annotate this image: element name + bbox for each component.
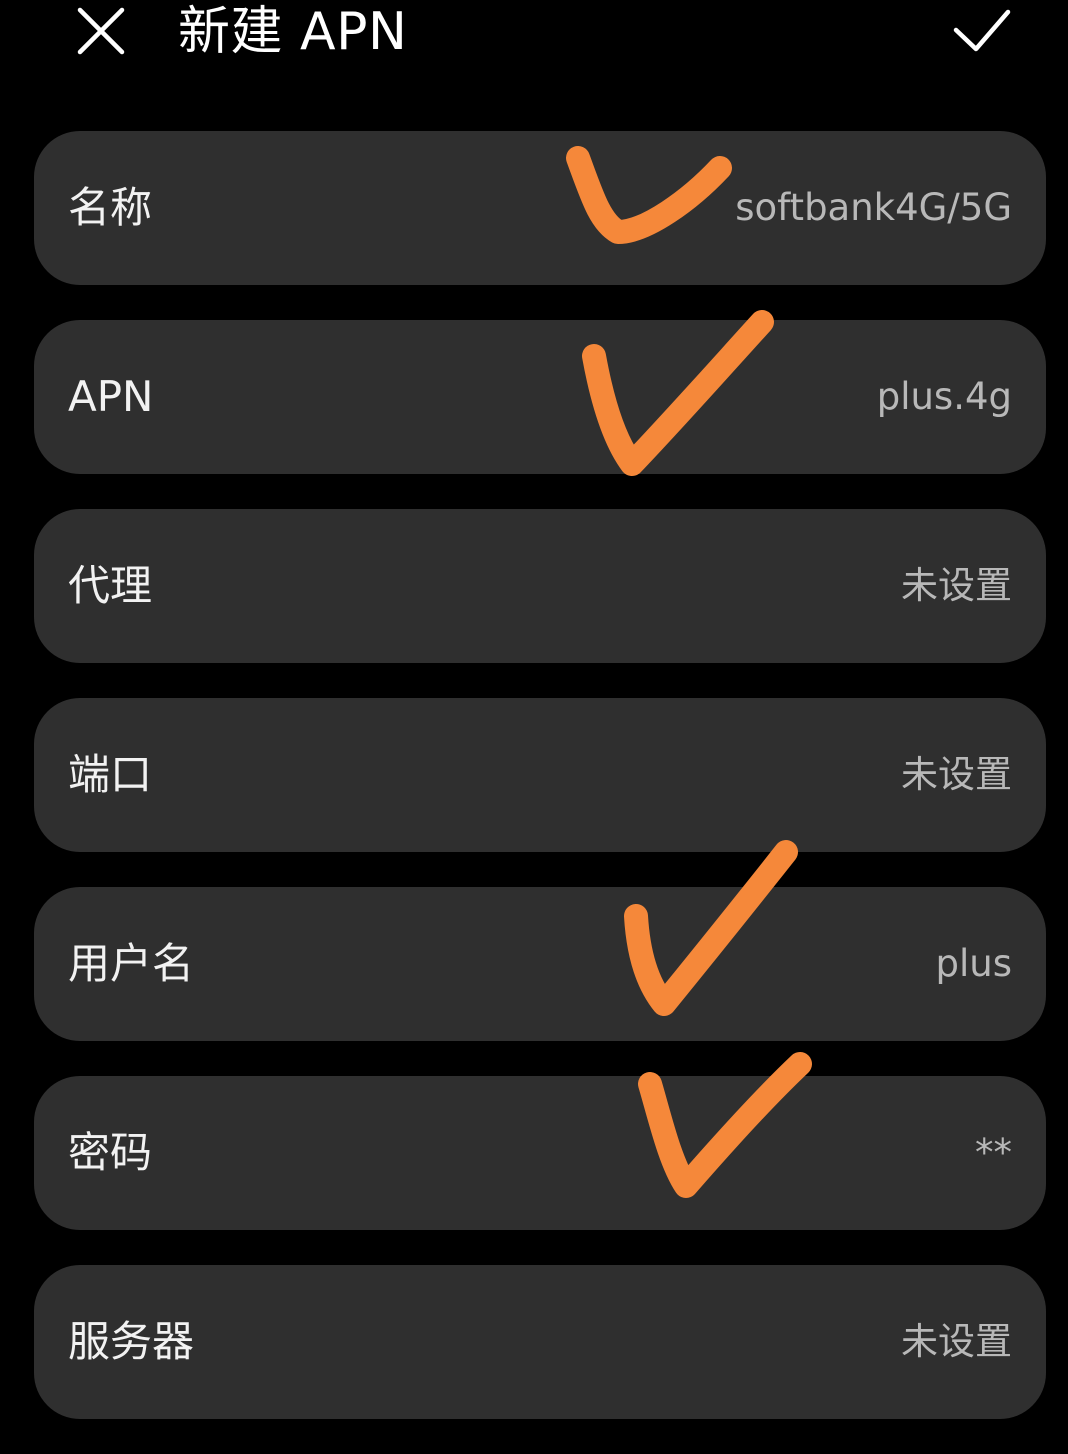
field-row-name[interactable]: 名称 softbank4G/5G — [34, 131, 1046, 285]
field-row-apn[interactable]: APN plus.4g — [34, 320, 1046, 474]
field-row-proxy[interactable]: 代理 未设置 — [34, 509, 1046, 663]
field-label: 端口 — [68, 750, 153, 799]
field-value: plus.4g — [876, 375, 1012, 418]
field-label: 用户名 — [68, 939, 195, 988]
field-value: 未设置 — [901, 564, 1012, 607]
field-value: plus — [935, 942, 1013, 985]
close-button[interactable] — [72, 2, 130, 60]
field-value: 未设置 — [901, 753, 1012, 796]
field-row-server[interactable]: 服务器 未设置 — [34, 1265, 1046, 1419]
field-row-password[interactable]: 密码 ** — [34, 1076, 1046, 1230]
confirm-button[interactable] — [948, 4, 1014, 58]
field-value: ** — [975, 1131, 1012, 1174]
apn-settings-list: 名称 softbank4G/5G APN plus.4g 代理 未设置 端口 未… — [34, 131, 1046, 1454]
field-row-username[interactable]: 用户名 plus — [34, 887, 1046, 1041]
field-value: 未设置 — [901, 1320, 1012, 1363]
field-value: softbank4G/5G — [735, 186, 1012, 229]
field-row-port[interactable]: 端口 未设置 — [34, 698, 1046, 852]
field-label: 名称 — [68, 183, 153, 232]
field-label: 代理 — [68, 561, 153, 610]
top-app-bar: 新建 APN — [0, 0, 1068, 70]
field-label: 密码 — [68, 1128, 153, 1177]
field-label: 服务器 — [68, 1317, 195, 1366]
checkmark-icon — [953, 9, 1011, 52]
close-icon — [77, 7, 125, 55]
page-title: 新建 APN — [178, 2, 408, 62]
field-label: APN — [68, 372, 154, 421]
